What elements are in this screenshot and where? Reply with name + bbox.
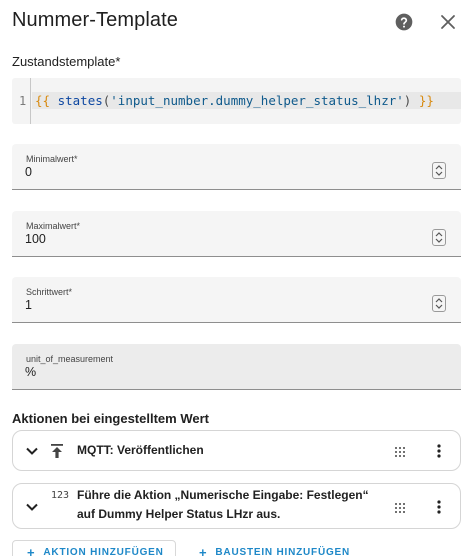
close-button[interactable] — [436, 10, 460, 34]
actions-heading: Aktionen bei eingestelltem Wert — [12, 411, 209, 426]
add-action-button[interactable]: + AKTION HINZUFÜGEN — [12, 540, 176, 556]
drag-handle[interactable] — [394, 501, 406, 513]
template-code[interactable]: {{ states('input_number.dummy_helper_sta… — [35, 93, 434, 108]
action-type-icon — [49, 442, 65, 460]
step-value-input[interactable] — [25, 298, 425, 312]
action-description: MQTT: Veröffentlichen — [77, 443, 204, 457]
publish-upload-icon — [51, 444, 63, 458]
help-circle-icon — [395, 13, 413, 31]
drag-handle[interactable] — [394, 445, 406, 457]
token-paren-close: ) — [403, 93, 412, 108]
chevron-down-icon — [26, 447, 38, 455]
step-value-stepper[interactable] — [432, 295, 446, 312]
plus-icon: + — [27, 544, 36, 556]
expand-action-button[interactable] — [25, 500, 39, 514]
add-action-label: AKTION HINZUFÜGEN — [43, 546, 164, 556]
more-vert-icon — [437, 444, 441, 458]
line-number: 1 — [19, 94, 27, 108]
min-value-input[interactable] — [25, 165, 425, 179]
add-building-block-label: BAUSTEIN HINZUFÜGEN — [215, 546, 351, 556]
min-value-stepper[interactable] — [432, 162, 446, 179]
action-item[interactable]: 123 Führe die Aktion „Numerische Eingabe… — [12, 483, 461, 529]
stepper-arrows-icon — [435, 165, 443, 176]
max-value-field[interactable]: Maximalwert* — [12, 211, 461, 257]
dialog-title: Nummer-Template — [12, 9, 178, 31]
more-vert-icon — [437, 500, 441, 514]
more-options-button[interactable] — [434, 443, 444, 459]
min-value-field[interactable]: Minimalwert* — [12, 144, 461, 190]
expand-action-button[interactable] — [25, 444, 39, 458]
stepper-arrows-icon — [435, 232, 443, 243]
token-string: 'input_number.dummy_helper_status_lhzr' — [110, 93, 404, 108]
add-building-block-button[interactable]: + BAUSTEIN HINZUFÜGEN — [184, 540, 354, 556]
max-value-stepper[interactable] — [432, 229, 446, 246]
token-open-brace: {{ — [35, 93, 51, 108]
more-options-button[interactable] — [434, 499, 444, 515]
max-value-label: Maximalwert* — [26, 221, 81, 231]
plus-icon: + — [199, 544, 208, 556]
stepper-arrows-icon — [435, 298, 443, 309]
unit-of-measurement-label: unit_of_measurement — [26, 354, 114, 364]
step-value-field[interactable]: Schrittwert* — [12, 277, 461, 323]
token-function: states — [57, 93, 103, 108]
drag-handle-icon — [395, 447, 405, 457]
dialog-header: Nummer-Template — [0, 0, 474, 44]
token-close-brace: }} — [418, 93, 434, 108]
step-value-label: Schrittwert* — [26, 287, 73, 297]
close-icon — [441, 15, 455, 29]
numeric-123-icon: 123 — [50, 489, 70, 501]
help-button[interactable] — [392, 10, 416, 34]
action-item[interactable]: MQTT: Veröffentlichen — [12, 430, 461, 471]
chevron-down-icon — [26, 503, 38, 511]
unit-of-measurement-input[interactable] — [25, 365, 425, 379]
unit-of-measurement-field[interactable]: unit_of_measurement — [12, 344, 461, 390]
drag-handle-icon — [395, 503, 405, 513]
template-editor[interactable]: 1 {{ states('input_number.dummy_helper_s… — [12, 78, 461, 124]
line-gutter: 1 — [12, 78, 31, 124]
action-description: Führe die Aktion „Numerische Eingabe: Fe… — [77, 488, 369, 521]
template-label: Zustandstemplate* — [12, 54, 121, 69]
max-value-input[interactable] — [25, 232, 425, 246]
min-value-label: Minimalwert* — [26, 154, 78, 164]
